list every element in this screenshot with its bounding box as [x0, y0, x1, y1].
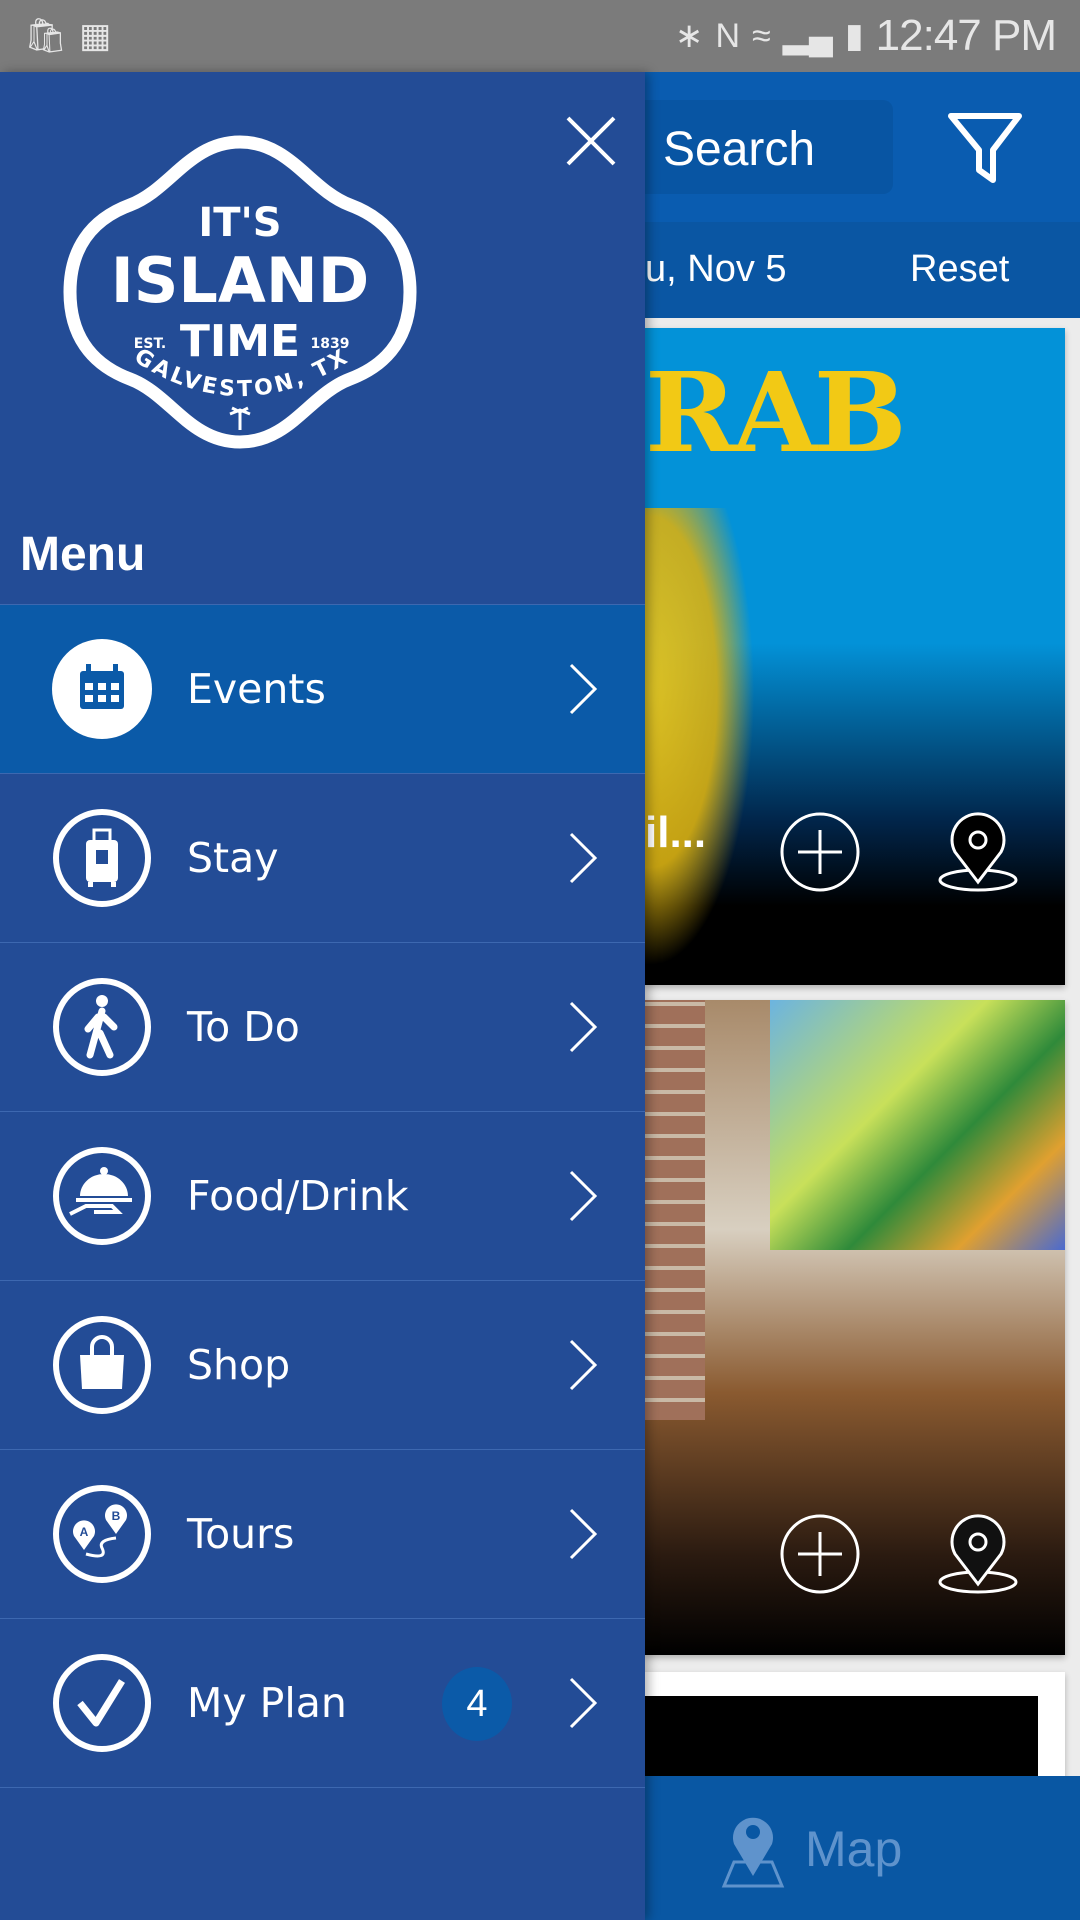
card-title: il... — [645, 808, 707, 857]
logo-text: TIME — [180, 316, 300, 367]
menu-item-label: My Plan — [187, 1679, 347, 1727]
event-card[interactable]: RAB il... — [645, 328, 1065, 985]
menu-item-tours[interactable]: AB Tours — [0, 1450, 645, 1619]
navigation-drawer: IT'S ISLAND TIME EST. 1839 GALVESTON, TX… — [0, 72, 645, 1920]
svg-text:B: B — [112, 1509, 121, 1523]
map-pin-icon[interactable] — [935, 1512, 1021, 1598]
walking-person-icon — [53, 978, 151, 1076]
event-card[interactable] — [645, 1000, 1065, 1655]
event-card[interactable] — [645, 1672, 1065, 1782]
menu-item-events[interactable]: Events — [0, 605, 645, 774]
search-button[interactable]: Search — [645, 100, 893, 194]
nfc-icon: N — [715, 16, 741, 55]
shopping-bag-icon: 🛍 — [24, 17, 68, 55]
menu-item-label: Shop — [187, 1341, 291, 1389]
menu-item-stay[interactable]: Stay — [0, 774, 645, 943]
menu-item-label: Tours — [187, 1510, 295, 1558]
checkmark-icon — [53, 1654, 151, 1752]
close-icon[interactable] — [562, 112, 620, 170]
bluetooth-icon: ∗ — [674, 17, 704, 55]
card-artwork — [645, 508, 755, 968]
menu-item-to-do[interactable]: To Do — [0, 943, 645, 1112]
sim-off-icon: ▦ — [79, 17, 112, 55]
chevron-right-icon — [569, 1339, 598, 1391]
menu-item-label: Stay — [187, 834, 279, 882]
date-range[interactable]: u, Nov 5 — [645, 248, 787, 291]
top-bar: Search — [645, 72, 1080, 222]
svg-text:A: A — [80, 1525, 89, 1539]
chevron-right-icon — [569, 1677, 598, 1729]
plus-circle-icon[interactable] — [778, 810, 862, 894]
map-pin-icon[interactable] — [935, 810, 1021, 896]
signal-icon: ▂▄ — [782, 17, 833, 55]
plan-count-badge: 4 — [442, 1667, 512, 1741]
menu-item-label: Events — [187, 665, 326, 713]
menu-item-shop[interactable]: Shop — [0, 1281, 645, 1450]
clock: 12:47 PM — [875, 11, 1057, 60]
logo-text: IT'S — [198, 200, 281, 246]
menu-item-my-plan[interactable]: My Plan 4 — [0, 1619, 645, 1788]
card-image — [645, 1000, 705, 1420]
card-image — [645, 1696, 1038, 1782]
cloche-icon — [53, 1147, 151, 1245]
calendar-icon — [52, 639, 152, 739]
menu-list: Events Stay To Do Food/Drink Shop AB Tou… — [0, 604, 645, 1788]
bottom-bar: Map — [645, 1776, 1080, 1920]
card-image — [770, 1000, 1065, 1250]
route-icon: AB — [53, 1485, 151, 1583]
chevron-right-icon — [569, 663, 598, 715]
plus-circle-icon[interactable] — [778, 1512, 862, 1596]
chevron-right-icon — [569, 1170, 598, 1222]
wifi-icon: ≈ — [752, 16, 771, 55]
map-button[interactable]: Map — [805, 1820, 902, 1878]
menu-item-label: To Do — [187, 1003, 300, 1051]
menu-item-food-drink[interactable]: Food/Drink — [0, 1112, 645, 1281]
chevron-right-icon — [569, 1001, 598, 1053]
menu-title: Menu — [20, 528, 146, 581]
menu-item-label: Food/Drink — [187, 1172, 409, 1220]
card-artwork-text: RAB — [645, 348, 907, 477]
status-bar: 🛍 ▦ ∗ N ≈ ▂▄ ▮ 12:47 PM — [0, 0, 1080, 72]
date-filter-bar: u, Nov 5 Reset — [645, 222, 1080, 318]
logo-text: ISLAND — [111, 244, 370, 317]
shopping-bag-icon — [53, 1316, 151, 1414]
battery-charging-icon: ▮ — [844, 17, 864, 55]
logo: IT'S ISLAND TIME EST. 1839 GALVESTON, TX — [63, 135, 417, 449]
map-icon[interactable] — [720, 1806, 786, 1890]
chevron-right-icon — [569, 832, 598, 884]
filter-icon[interactable] — [945, 110, 1025, 186]
reset-button[interactable]: Reset — [910, 248, 1009, 291]
luggage-icon — [53, 809, 151, 907]
chevron-right-icon — [569, 1508, 598, 1560]
